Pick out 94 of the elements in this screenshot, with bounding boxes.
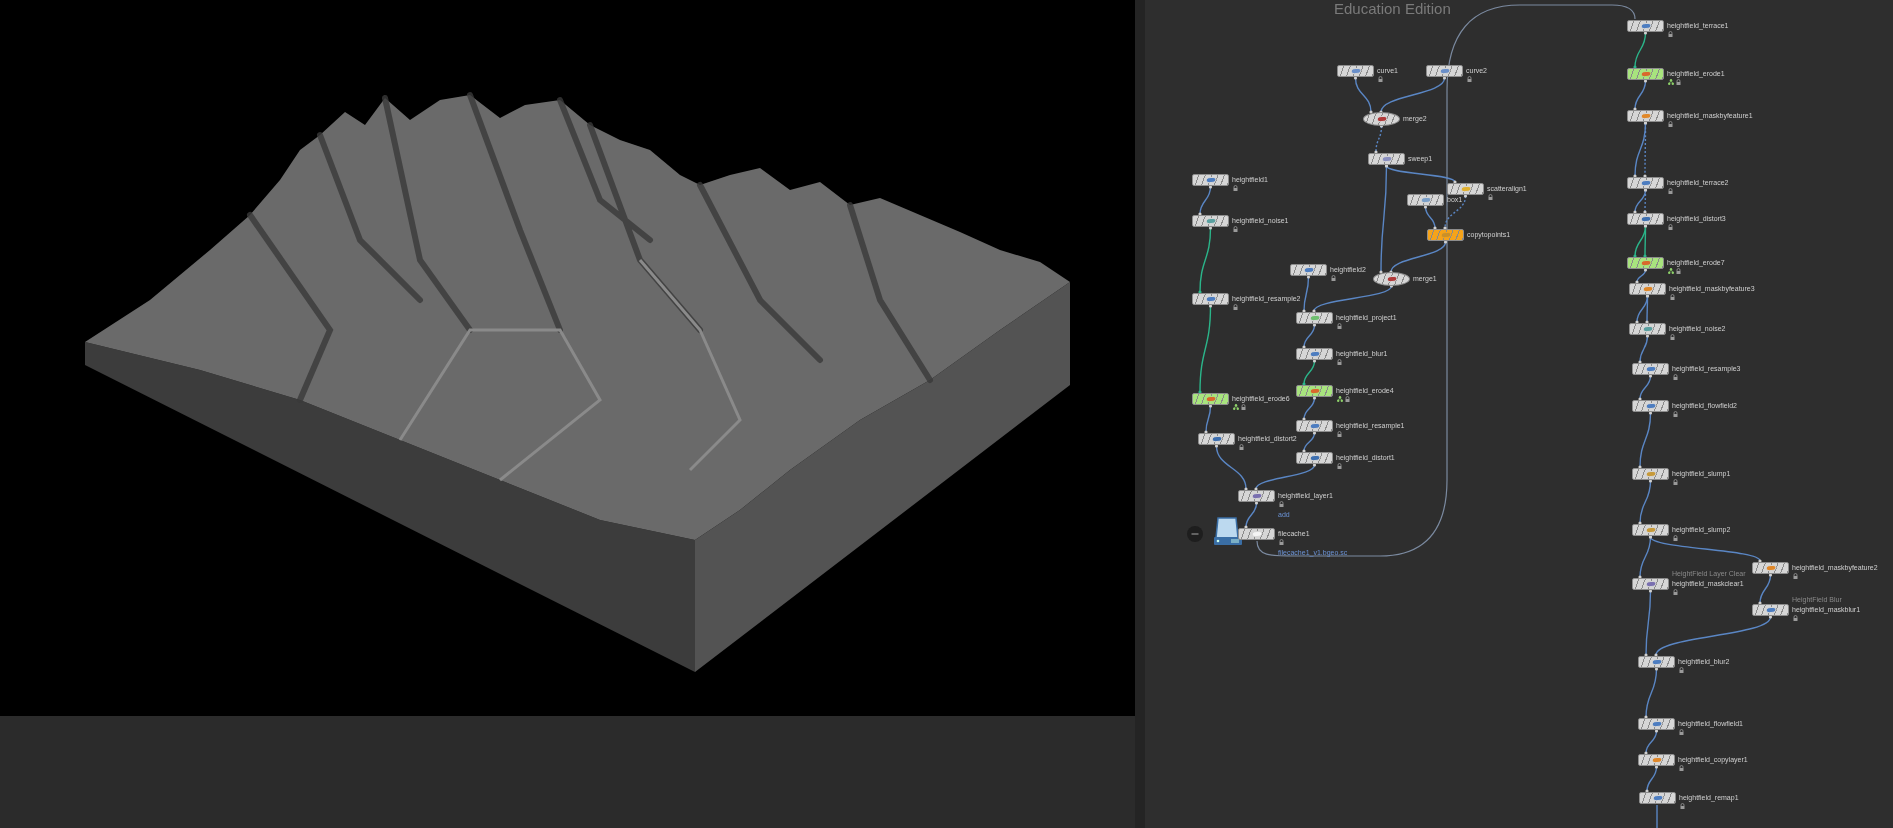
node-type-icon <box>1639 179 1652 187</box>
node-type-icon <box>1308 350 1321 358</box>
network-node[interactable] <box>1238 490 1275 502</box>
network-node[interactable] <box>1363 112 1400 126</box>
network-node[interactable] <box>1752 604 1789 616</box>
network-node[interactable] <box>1426 65 1463 77</box>
node-type-icon <box>1644 470 1657 478</box>
node-wire <box>1758 573 1773 605</box>
node-type-icon <box>1308 314 1321 322</box>
node-type-icon <box>1459 185 1472 193</box>
node-type-icon <box>1210 435 1223 443</box>
node-type-icon <box>1439 231 1452 239</box>
network-node[interactable] <box>1627 257 1664 269</box>
network-node[interactable] <box>1373 272 1410 286</box>
node-wire <box>1644 667 1659 719</box>
network-node[interactable] <box>1629 323 1666 335</box>
network-node[interactable] <box>1632 578 1669 590</box>
node-type-icon <box>1639 112 1652 120</box>
node-type-icon <box>1644 402 1657 410</box>
network-node[interactable] <box>1632 363 1669 375</box>
network-node[interactable] <box>1632 468 1669 480</box>
network-node[interactable] <box>1296 420 1333 432</box>
node-type-icon <box>1650 720 1663 728</box>
node-type-icon <box>1204 176 1217 184</box>
network-node[interactable] <box>1752 562 1789 574</box>
node-type-icon <box>1651 794 1664 802</box>
node-wire <box>1638 334 1650 364</box>
network-node[interactable] <box>1192 393 1229 405</box>
node-type-icon <box>1204 295 1217 303</box>
node-type-icon <box>1375 115 1388 123</box>
node-type-icon <box>1650 658 1663 666</box>
network-node[interactable] <box>1638 656 1675 668</box>
network-node[interactable] <box>1192 293 1229 305</box>
network-node[interactable] <box>1296 385 1333 397</box>
node-type-icon <box>1380 155 1393 163</box>
network-node[interactable] <box>1192 215 1229 227</box>
network-node[interactable] <box>1296 312 1333 324</box>
network-node[interactable] <box>1632 400 1669 412</box>
node-type-icon <box>1385 275 1398 283</box>
node-type-icon <box>1644 580 1657 588</box>
network-node[interactable] <box>1632 524 1669 536</box>
node-wire <box>1638 374 1653 401</box>
node-type-icon <box>1641 285 1654 293</box>
network-node[interactable] <box>1638 754 1675 766</box>
network-node[interactable] <box>1627 213 1664 225</box>
node-wire <box>1198 226 1213 294</box>
network-node[interactable] <box>1627 177 1664 189</box>
network-node[interactable] <box>1627 68 1664 80</box>
node-type-icon <box>1650 756 1663 764</box>
node-type-icon <box>1419 196 1432 204</box>
node-type-icon <box>1204 217 1217 225</box>
network-node[interactable] <box>1192 174 1229 186</box>
network-node[interactable] <box>1639 792 1676 804</box>
node-type-icon <box>1250 492 1263 500</box>
network-node[interactable] <box>1629 283 1666 295</box>
node-wire <box>1638 479 1653 525</box>
node-wire <box>1204 404 1213 434</box>
node-type-icon <box>1644 526 1657 534</box>
network-node[interactable] <box>1627 20 1664 32</box>
node-type-icon <box>1641 325 1654 333</box>
node-type-icon <box>1639 215 1652 223</box>
edition-label: Education Edition <box>1334 1 1451 16</box>
node-type-icon <box>1764 564 1777 572</box>
node-type-icon <box>1302 266 1315 274</box>
node-type-icon <box>1308 422 1321 430</box>
network-node[interactable] <box>1638 718 1675 730</box>
network-node[interactable] <box>1296 452 1333 464</box>
network-node[interactable] <box>1296 348 1333 360</box>
node-type-icon <box>1250 530 1263 538</box>
node-type-icon <box>1438 67 1451 75</box>
storage-icon <box>1213 516 1243 546</box>
node-wire <box>1638 411 1653 469</box>
network-node[interactable] <box>1368 153 1405 165</box>
network-node[interactable] <box>1427 229 1464 241</box>
network-node[interactable] <box>1407 194 1444 206</box>
network-node[interactable] <box>1290 264 1327 276</box>
node-type-icon <box>1349 67 1362 75</box>
node-type-icon <box>1308 387 1321 395</box>
network-node[interactable] <box>1627 110 1664 122</box>
network-node[interactable] <box>1198 433 1235 445</box>
network-node[interactable] <box>1337 65 1374 77</box>
node-wire <box>1214 444 1248 491</box>
node-wire <box>1656 804 1658 828</box>
node-type-icon <box>1764 606 1777 614</box>
network-node[interactable] <box>1238 528 1275 540</box>
node-wire <box>1198 185 1213 216</box>
node-type-icon <box>1644 365 1657 373</box>
node-type-icon <box>1308 454 1321 462</box>
node-type-icon <box>1639 70 1652 78</box>
node-type-icon <box>1204 395 1217 403</box>
network-node[interactable] <box>1447 183 1484 195</box>
node-type-icon <box>1639 22 1652 30</box>
node-type-icon <box>1639 259 1652 267</box>
collapse-icon[interactable] <box>1187 526 1203 542</box>
